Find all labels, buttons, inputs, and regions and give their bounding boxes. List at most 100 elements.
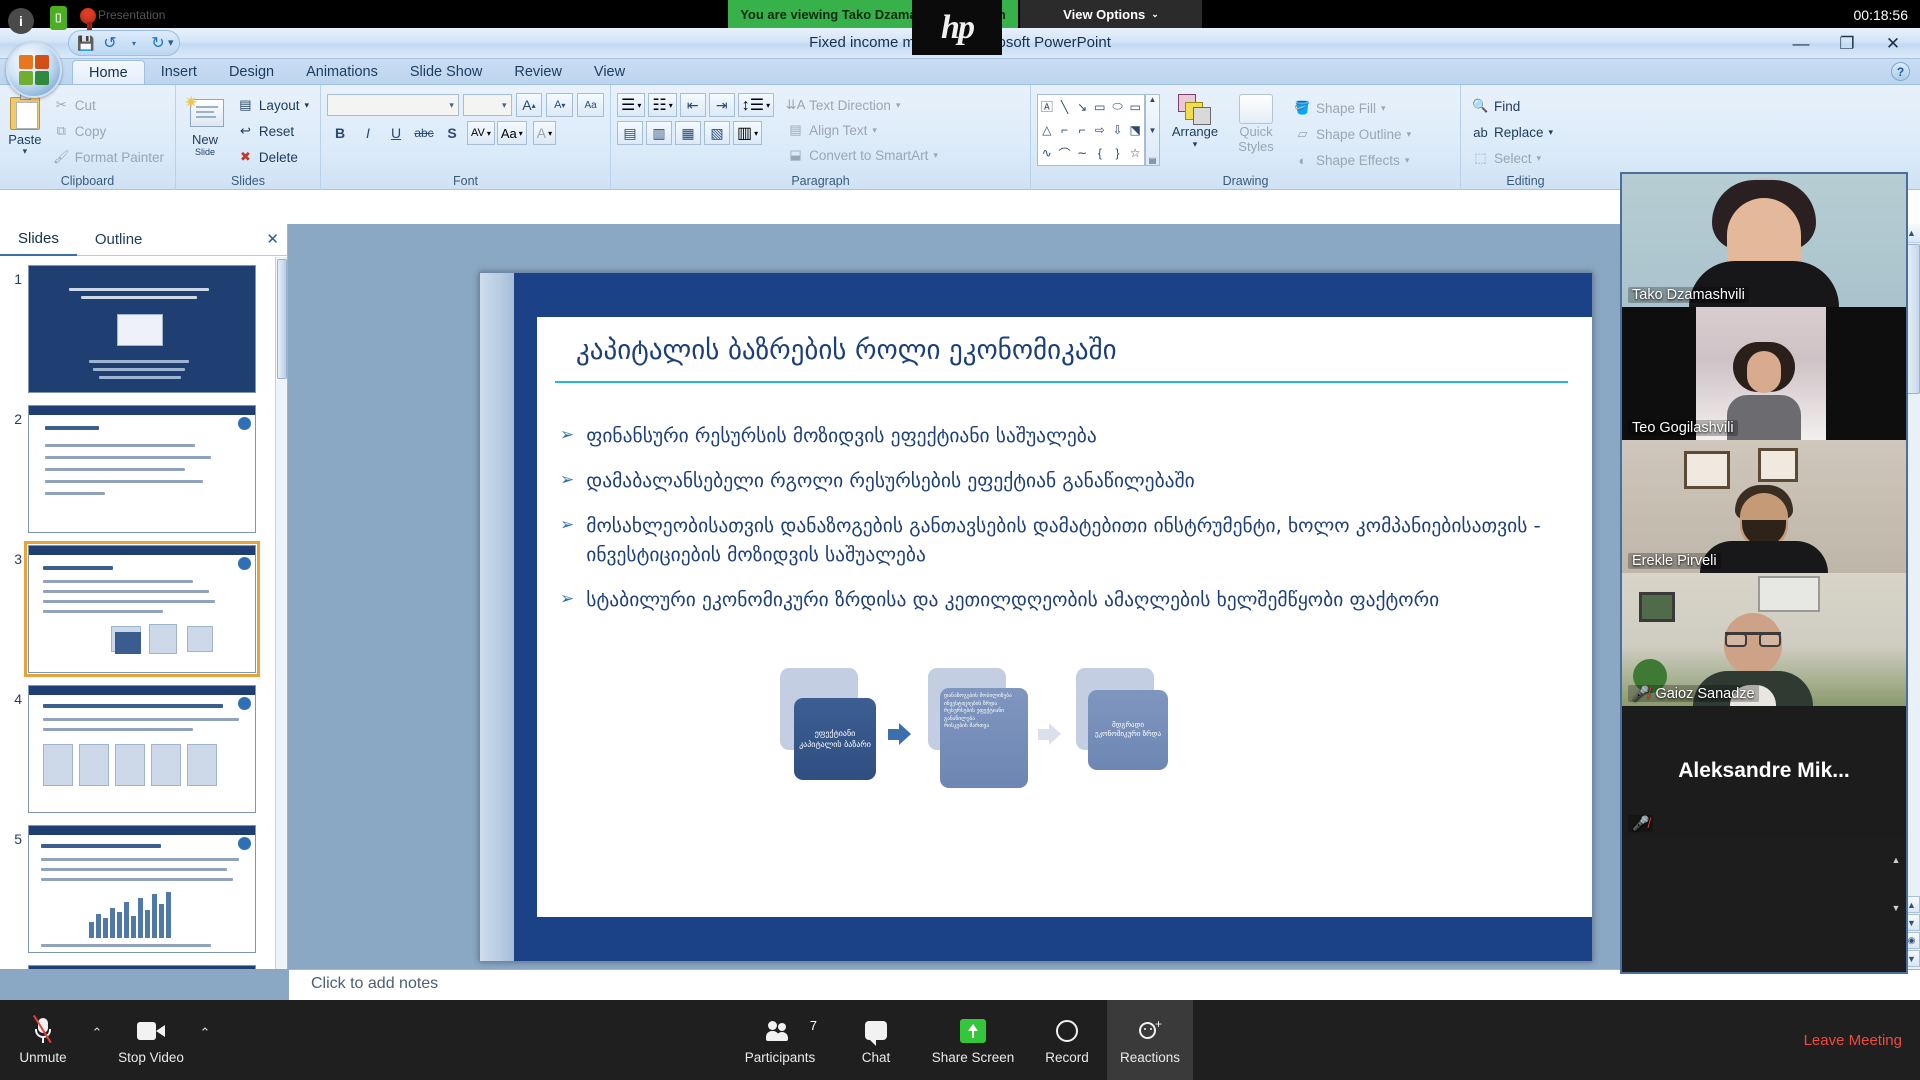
tab-design[interactable]: Design	[213, 60, 290, 84]
gallery-more-icon[interactable]: ▤	[1149, 156, 1157, 165]
help-button[interactable]: ?	[1891, 62, 1910, 81]
decrease-indent-button[interactable]: ⇤	[679, 93, 706, 117]
scroll-down-icon[interactable]: ▼	[1149, 126, 1157, 135]
shrink-font-button[interactable]: A ▾	[546, 93, 574, 117]
arrow-shape-icon[interactable]: ↘	[1077, 100, 1087, 114]
restore-button[interactable]: ❐	[1824, 30, 1870, 57]
thumbnail-item[interactable]: 5	[6, 825, 276, 953]
arc-shape-icon[interactable]: ⌒	[1058, 145, 1070, 162]
thumbnail-item[interactable]: 2	[6, 405, 276, 533]
down-arrow-shape-icon[interactable]: ⇩	[1112, 123, 1122, 137]
justify-button[interactable]: ▧	[704, 121, 730, 145]
unmute-button[interactable]: Unmute	[0, 1000, 86, 1080]
redo-icon[interactable]: ↻	[147, 33, 169, 53]
flowchart-shape-icon[interactable]: ⬔	[1129, 123, 1140, 137]
shape-fill-button[interactable]: 🪣 Shape Fill ▾	[1289, 96, 1416, 120]
star-shape-icon[interactable]: ☆	[1130, 146, 1141, 160]
undo-icon[interactable]: ↺	[99, 33, 121, 53]
shapes-gallery[interactable]: 🄰 ╲ ↘ ▭ ⬭ ▭ △ ⌐ ⌐ ⇨ ⇩ ⬔ ∿ ⌒ ∼ {} ☆	[1037, 94, 1145, 166]
customize-qat-icon[interactable]: ▾	[168, 36, 174, 49]
slide-body-placeholder[interactable]: ➢ ფინანსური რესურსის მოზიდვის ეფექტიანი …	[560, 421, 1562, 630]
tab-slide-show[interactable]: Slide Show	[394, 60, 499, 84]
curve-shape-icon[interactable]: ∼	[1077, 146, 1087, 160]
shape-effects-button[interactable]: ◐ Shape Effects ▾	[1289, 148, 1416, 172]
video-panel-scroll[interactable]: ▲ ▼	[1890, 854, 1902, 914]
video-options-chevron-icon[interactable]: ⌃	[194, 1000, 216, 1080]
scrollbar-thumb[interactable]	[277, 259, 287, 379]
font-color-button[interactable]: A ▾	[532, 121, 557, 145]
pane-tab-slides[interactable]: Slides	[0, 224, 77, 256]
video-tile-teo[interactable]: Teo Gogilashvili	[1622, 307, 1906, 440]
smartart-node-2[interactable]: დანაზოგების მობილიზება ინვესტიციების ზრდ…	[940, 688, 1028, 788]
replace-button[interactable]: ab Replace ▾	[1467, 120, 1584, 144]
slide-thumbnail-3[interactable]	[24, 541, 260, 677]
scribble-shape-icon[interactable]: ∿	[1042, 146, 1052, 160]
copy-button[interactable]: ⧉ Copy	[48, 119, 169, 143]
record-button[interactable]: Record	[1027, 1000, 1107, 1080]
align-right-button[interactable]: ▦	[675, 121, 701, 145]
tab-view[interactable]: View	[578, 60, 641, 84]
tab-insert[interactable]: Insert	[145, 60, 213, 84]
video-scroll-up-icon[interactable]: ▲	[1890, 854, 1902, 866]
elbow-arrow-icon[interactable]: ⌐	[1079, 123, 1086, 137]
reset-button[interactable]: ↩ Reset	[232, 119, 314, 143]
thumbnail-item[interactable]: 1	[6, 265, 276, 393]
oval-shape-icon[interactable]: ⬭	[1112, 99, 1122, 114]
convert-smartart-button[interactable]: ⬓ Convert to SmartArt ▾	[782, 143, 943, 167]
layout-button[interactable]: ▤ Layout ▾	[232, 93, 314, 117]
clear-formatting-button[interactable]: Aa	[577, 93, 604, 117]
underline-button[interactable]: U	[383, 121, 409, 145]
paste-button[interactable]: Paste ▾	[6, 89, 44, 169]
grow-font-button[interactable]: A ▴	[515, 93, 543, 117]
slide-thumbnail-2[interactable]	[28, 405, 256, 533]
participants-button[interactable]: Participants 7	[727, 1000, 833, 1080]
thumbnail-item[interactable]: 3	[6, 541, 276, 677]
line-spacing-button[interactable]: ↕☰ ▾	[737, 93, 775, 117]
reactions-button[interactable]: + Reactions	[1107, 1000, 1193, 1080]
slide-thumbnail-1[interactable]	[28, 265, 256, 393]
save-icon[interactable]: 💾	[75, 33, 97, 53]
stop-video-button[interactable]: Stop Video	[108, 1000, 194, 1080]
close-button[interactable]: ✕	[1870, 30, 1916, 57]
new-slide-button[interactable]: ✷ New Slide	[182, 89, 228, 169]
close-pane-icon[interactable]: ✕	[266, 230, 279, 248]
right-brace-shape-icon[interactable]: }	[1115, 146, 1119, 160]
slide-thumbnail-5[interactable]	[28, 825, 256, 953]
pane-tab-outline[interactable]: Outline	[77, 224, 161, 256]
office-button[interactable]	[6, 42, 62, 98]
video-scroll-down-icon[interactable]: ▼	[1890, 902, 1902, 914]
view-options-button[interactable]: View Options ⌄	[1020, 0, 1202, 28]
quick-styles-button[interactable]: Quick Styles	[1230, 94, 1282, 154]
numbering-button[interactable]: ☷ ▾	[648, 93, 677, 117]
video-tile-erekle[interactable]: Erekle Pirveli	[1622, 440, 1906, 573]
audio-options-chevron-icon[interactable]: ⌃	[86, 1000, 108, 1080]
line-shape-icon[interactable]: ╲	[1061, 100, 1068, 114]
video-tile-gaioz[interactable]: 🎤̸ Gaioz Sanadze	[1622, 573, 1906, 706]
change-case-button[interactable]: Aa ▾	[496, 121, 527, 145]
text-direction-button[interactable]: ⇊A Text Direction ▾	[782, 93, 943, 117]
bullets-button[interactable]: ☰ ▾	[617, 93, 646, 117]
bold-button[interactable]: B	[327, 121, 353, 145]
left-brace-shape-icon[interactable]: {	[1098, 146, 1102, 160]
font-size-combo[interactable]: ▾	[462, 94, 512, 116]
triangle-shape-icon[interactable]: △	[1042, 123, 1051, 137]
chat-button[interactable]: Chat	[833, 1000, 919, 1080]
slides-pane-scrollbar[interactable]	[275, 257, 287, 969]
columns-button[interactable]: ▥ ▾	[733, 121, 763, 145]
thumbnail-item[interactable]: 4	[6, 685, 276, 813]
smartart-process-diagram[interactable]: ეფექტიანი კაპიტალის ბაზარი დანაზოგების მ…	[780, 668, 1250, 838]
slide-thumbnail-4[interactable]	[28, 685, 256, 813]
smartart-node-1[interactable]: ეფექტიანი კაპიტალის ბაზარი	[794, 698, 876, 780]
delete-slide-button[interactable]: ✖ Delete	[232, 145, 314, 169]
slide-title-text[interactable]: კაპიტალის ბაზრების როლი ეკონომიკაში	[576, 335, 1552, 366]
textbox-shape-icon[interactable]: 🄰	[1041, 98, 1053, 115]
shape-outline-button[interactable]: ▱ Shape Outline ▾	[1289, 122, 1416, 146]
slide-editing-surface[interactable]: კაპიტალის ბაზრების როლი ეკონომიკაში ➢ ფი…	[479, 272, 1640, 962]
character-spacing-button[interactable]: AV ▾	[467, 121, 495, 145]
video-tile-aleksandre[interactable]: Aleksandre Mik... 🎤̸	[1622, 706, 1906, 836]
increase-indent-button[interactable]: ⇥	[708, 93, 735, 117]
align-center-button[interactable]: ▥	[646, 121, 672, 145]
smartart-node-3[interactable]: მდგრადი ეკონომიკური ზრდა	[1088, 690, 1168, 770]
font-name-combo[interactable]: ▾	[327, 94, 459, 116]
elbow-connector-icon[interactable]: ⌐	[1061, 123, 1068, 137]
